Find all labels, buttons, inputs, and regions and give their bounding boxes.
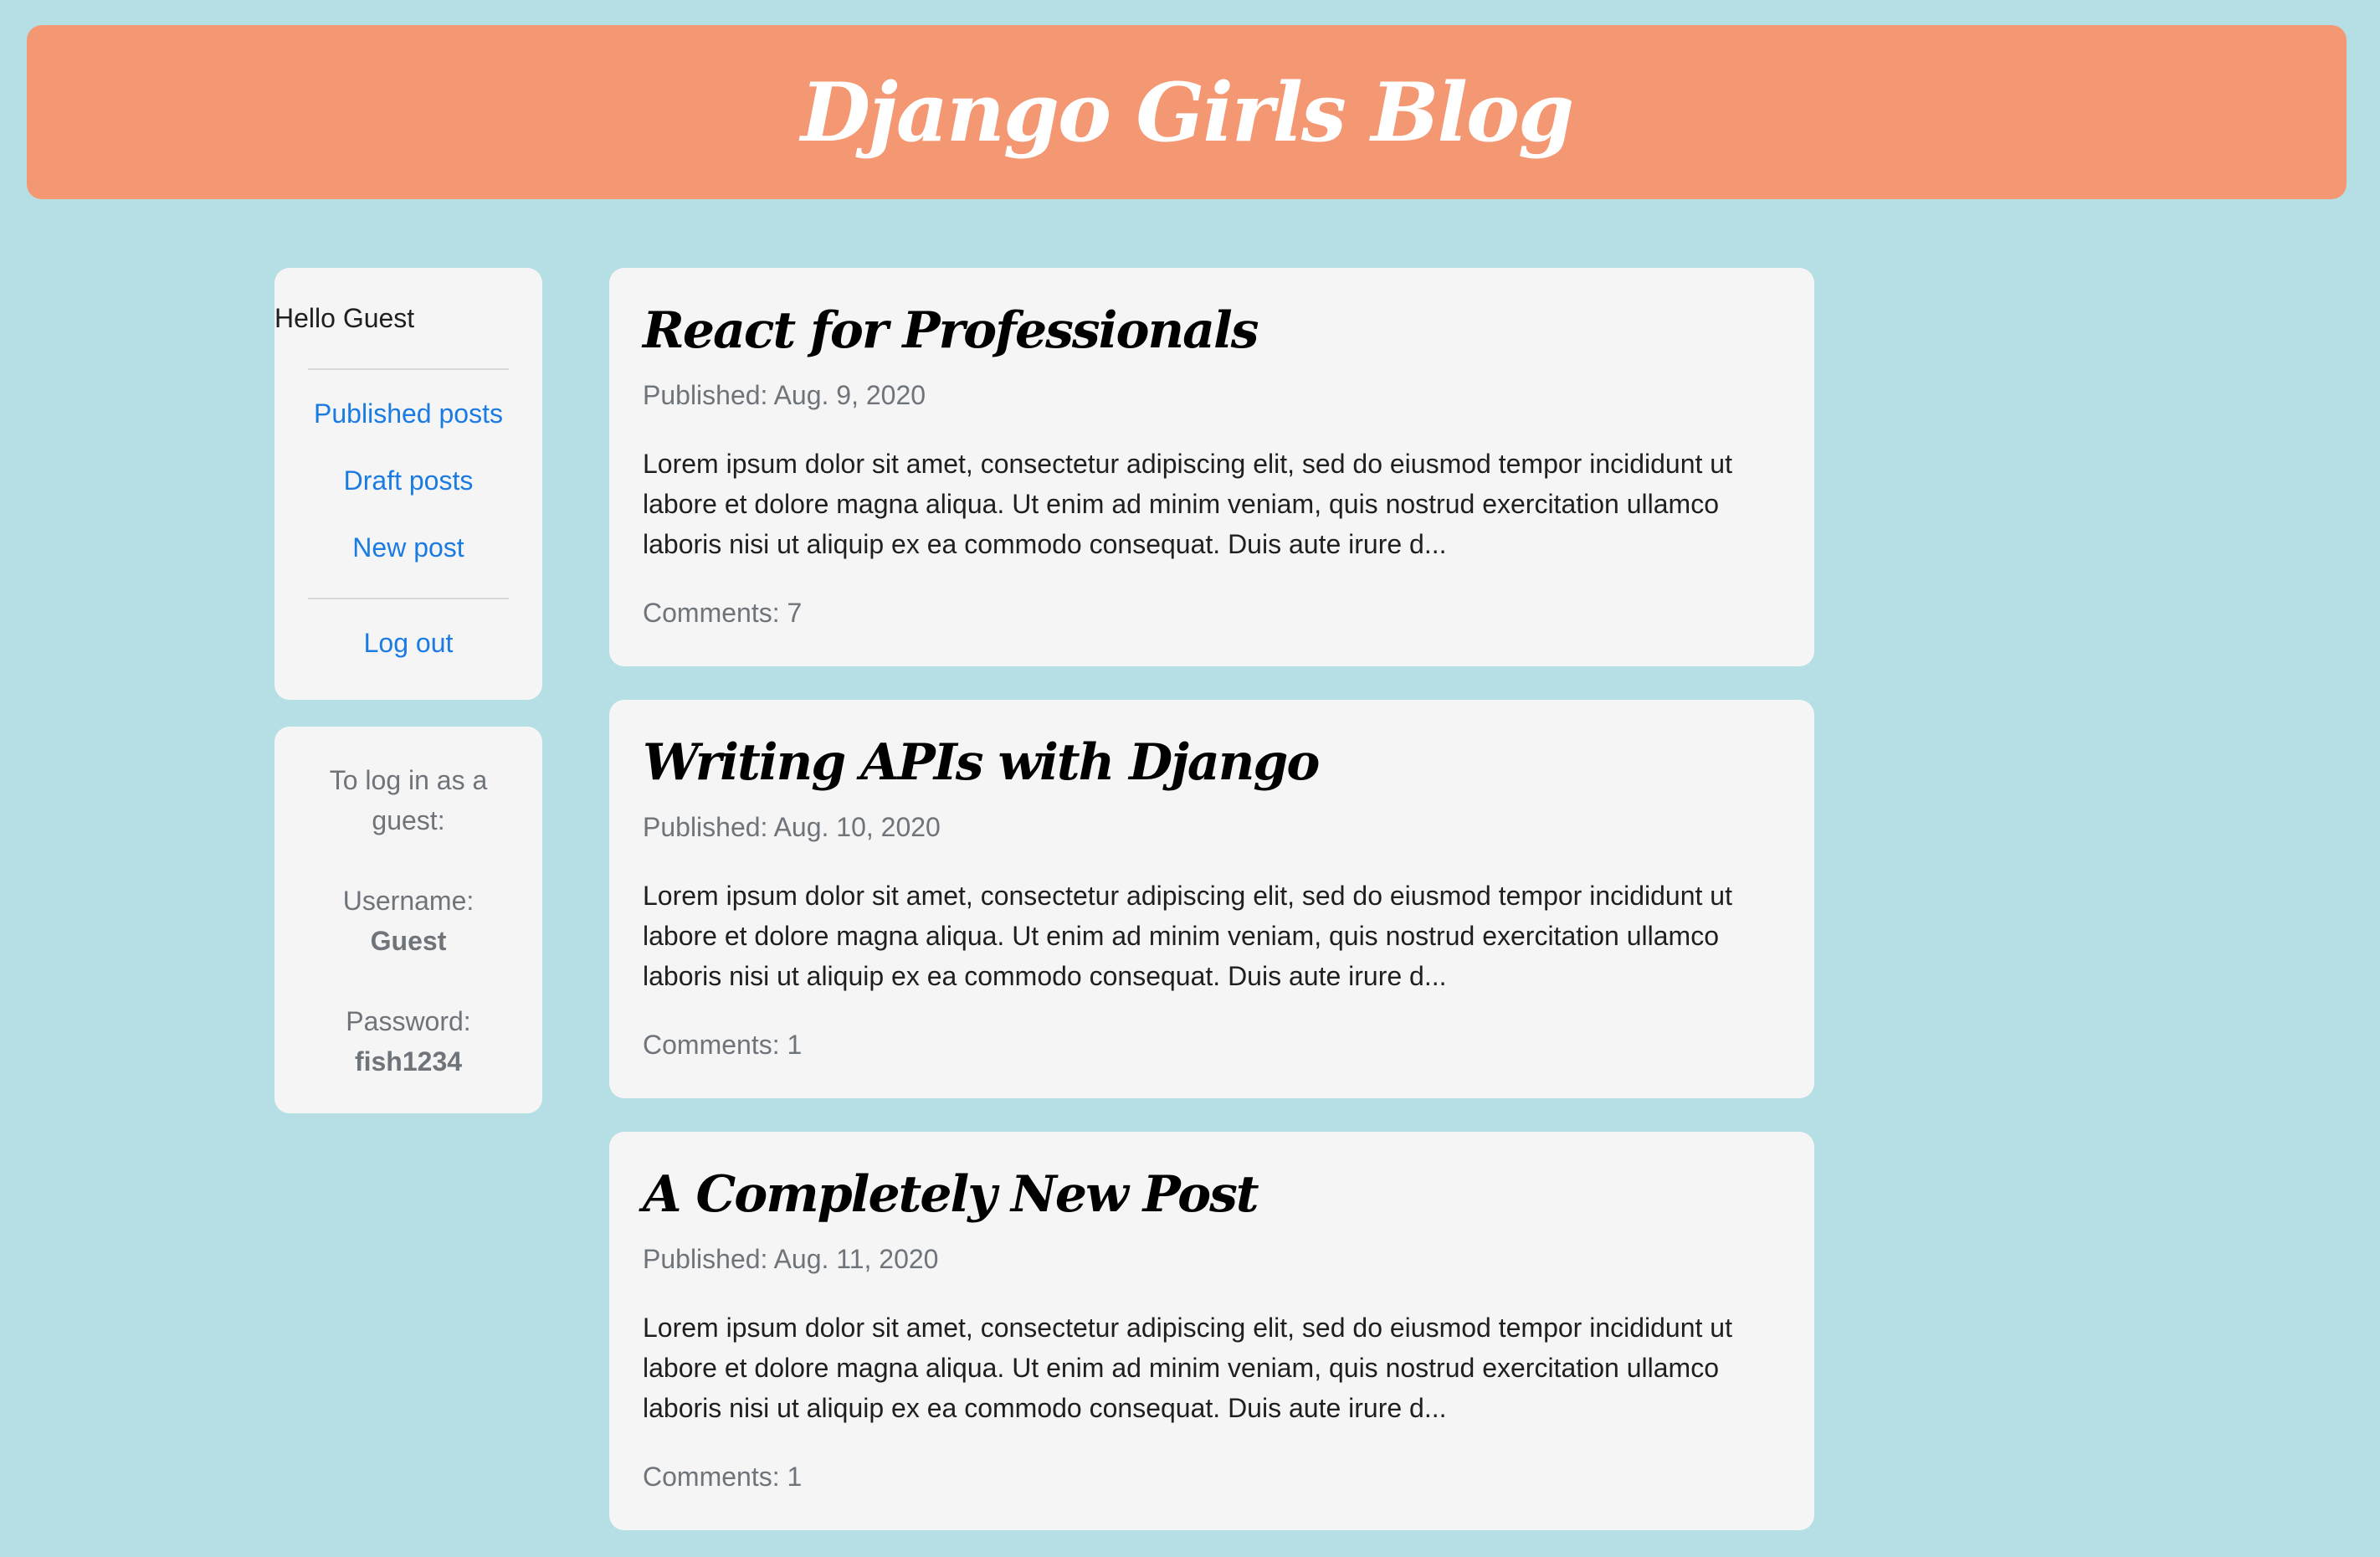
post-comments-count[interactable]: Comments: 1 (643, 1030, 802, 1061)
username-label: Username: (342, 886, 474, 916)
post-title-link[interactable]: React for Professionals (643, 301, 1259, 360)
published-posts-link[interactable]: Published posts (274, 398, 542, 429)
post-published-date: Published: Aug. 9, 2020 (643, 380, 926, 410)
guest-intro-line1: To log in as a (329, 765, 488, 795)
post-comments-count[interactable]: Comments: 7 (643, 598, 802, 629)
password-label: Password: (346, 1006, 471, 1036)
post-card: React for Professionals Published: Aug. … (609, 268, 1814, 666)
post-excerpt: Lorem ipsum dolor sit amet, consectetur … (643, 881, 1732, 991)
post-excerpt: Lorem ipsum dolor sit amet, consectetur … (643, 1313, 1732, 1423)
post-published-date: Published: Aug. 10, 2020 (643, 812, 941, 842)
username-value: Guest (370, 926, 447, 956)
post-published-date: Published: Aug. 11, 2020 (643, 1244, 939, 1274)
draft-posts-link[interactable]: Draft posts (274, 465, 542, 496)
greeting-text: Hello Guest (274, 303, 415, 333)
post-title-link[interactable]: A Completely New Post (643, 1165, 1259, 1224)
post-excerpt: Lorem ipsum dolor sit amet, consectetur … (643, 449, 1732, 559)
post-title-link[interactable]: Writing APIs with Django (643, 733, 1320, 792)
guest-intro-line2: guest: (372, 805, 445, 835)
post-comments-count[interactable]: Comments: 1 (643, 1462, 802, 1493)
post-card: A Completely New Post Published: Aug. 11… (609, 1132, 1814, 1530)
menu-divider (308, 598, 509, 599)
post-card: Writing APIs with Django Published: Aug.… (609, 700, 1814, 1098)
site-title-link[interactable]: Django Girls Blog (801, 65, 1574, 160)
password-value: fish1234 (354, 1046, 463, 1077)
menu-divider (308, 368, 509, 370)
site-header: Django Girls Blog (27, 25, 2347, 199)
new-post-link[interactable]: New post (274, 532, 542, 563)
logout-link[interactable]: Log out (274, 628, 542, 659)
